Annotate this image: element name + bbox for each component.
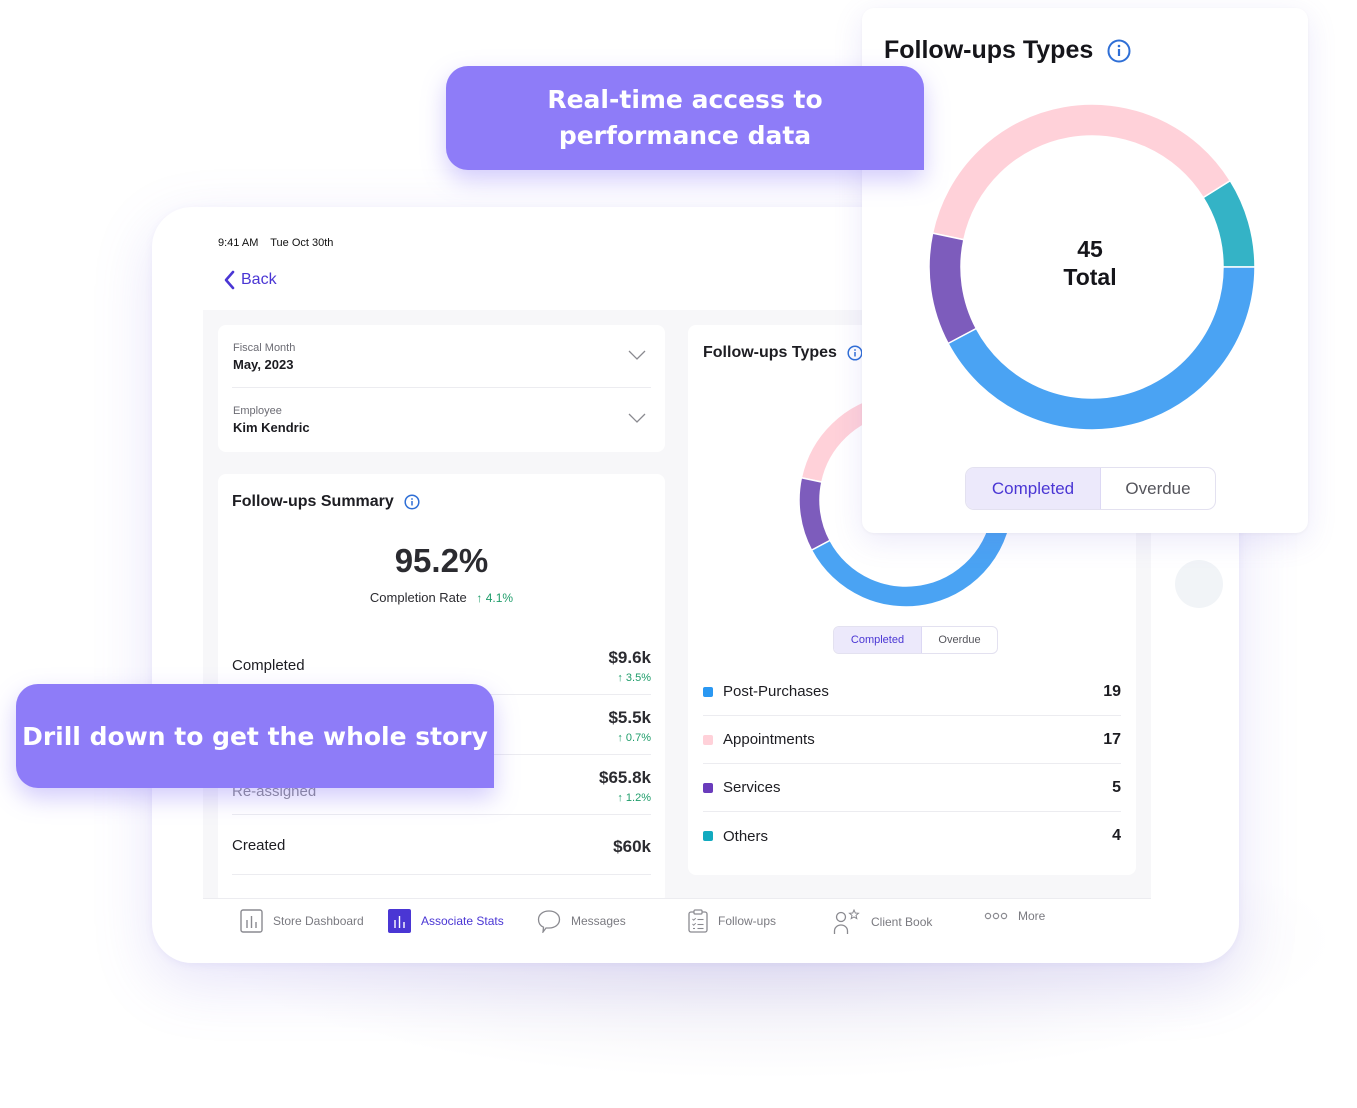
chevron-down-icon bbox=[628, 350, 646, 360]
filter-value: Kim Kendric bbox=[233, 420, 310, 435]
nav-label: Store Dashboard bbox=[273, 914, 364, 928]
donut-chart-large: 45 Total bbox=[928, 103, 1256, 431]
summary-title-text: Follow-ups Summary bbox=[232, 493, 394, 510]
toggle-overdue[interactable]: Overdue bbox=[922, 627, 997, 653]
legend-value: 19 bbox=[1103, 682, 1121, 700]
toggle-completed[interactable]: Completed bbox=[834, 627, 922, 653]
legend-row[interactable]: Appointments 17 bbox=[703, 716, 1121, 764]
nav-client-book[interactable]: Client Book bbox=[833, 909, 932, 935]
legend-label: Services bbox=[723, 779, 781, 796]
filter-label: Employee bbox=[233, 405, 282, 417]
summary-row-change: ↑ 3.5% bbox=[617, 672, 651, 684]
more-dots-icon bbox=[984, 912, 1008, 920]
completion-rate-value: 95.2% bbox=[394, 542, 489, 579]
legend-value: 17 bbox=[1103, 730, 1121, 748]
info-icon[interactable] bbox=[847, 345, 863, 361]
legend-swatch bbox=[703, 782, 713, 793]
legend-swatch bbox=[703, 831, 713, 841]
summary-row-value: $5.5k bbox=[608, 708, 651, 727]
callout-realtime: Real-time access to performance data bbox=[446, 66, 924, 170]
filters-card: Fiscal Month May, 2023 Employee Kim Kend… bbox=[218, 325, 665, 452]
nav-associate-stats[interactable]: Associate Stats bbox=[388, 909, 504, 933]
legend-row[interactable]: Post-Purchases 19 bbox=[703, 668, 1121, 716]
fiscal-month-select[interactable]: Fiscal Month May, 2023 bbox=[232, 325, 651, 388]
summary-row-change: ↑ 1.2% bbox=[617, 792, 651, 804]
status-date: Tue Oct 30th bbox=[270, 237, 334, 249]
summary-row-label: Completed bbox=[232, 657, 305, 674]
home-button[interactable] bbox=[1175, 560, 1223, 608]
donut-total-value: 45 bbox=[1077, 236, 1103, 262]
legend-row[interactable]: Others 4 bbox=[703, 812, 1121, 860]
completion-rate-line: Completion Rate ↑ 4.1% bbox=[218, 590, 665, 605]
status-bar: 9:41 AM Tue Oct 30th bbox=[218, 237, 342, 249]
speech-bubble-icon bbox=[537, 910, 561, 933]
callout-drill-down: Drill down to get the whole story bbox=[16, 684, 494, 788]
employee-select[interactable]: Employee Kim Kendric bbox=[232, 388, 651, 451]
followups-types-overlay-card: Follow-ups Types 45 Total Completed Over… bbox=[862, 8, 1308, 533]
legend-swatch bbox=[703, 734, 713, 745]
overlay-title-text: Follow-ups Types bbox=[884, 36, 1094, 64]
completion-rate-label: Completion Rate bbox=[369, 590, 467, 605]
overlay-title: Follow-ups Types bbox=[884, 36, 1131, 65]
completion-rate-change: ↑ 4.1% bbox=[476, 591, 514, 605]
summary-row-value: $65.8k bbox=[599, 768, 651, 787]
summary-title: Follow-ups Summary bbox=[232, 493, 420, 511]
donut-slice-appointments bbox=[931, 103, 1232, 241]
info-icon[interactable] bbox=[404, 494, 420, 510]
info-icon[interactable] bbox=[1107, 39, 1131, 63]
legend-row[interactable]: Services 5 bbox=[703, 764, 1121, 812]
summary-row-label: Created bbox=[232, 837, 286, 854]
back-button[interactable]: Back bbox=[223, 270, 277, 290]
summary-row[interactable]: Created $60k bbox=[232, 815, 651, 875]
nav-label: Follow-ups bbox=[718, 914, 777, 928]
legend-value: 4 bbox=[1112, 827, 1121, 844]
donut-slice-services bbox=[928, 232, 978, 345]
nav-more[interactable]: More bbox=[984, 909, 1045, 923]
filter-label: Fiscal Month bbox=[233, 342, 296, 354]
callout-line: performance data bbox=[558, 121, 812, 150]
legend-label: Appointments bbox=[723, 731, 815, 748]
legend-swatch bbox=[703, 686, 713, 697]
chevron-down-icon bbox=[628, 413, 646, 423]
filter-value: May, 2023 bbox=[233, 357, 294, 372]
toggle-completed[interactable]: Completed bbox=[966, 468, 1101, 509]
chevron-left-icon bbox=[224, 270, 235, 290]
toggle-overdue[interactable]: Overdue bbox=[1101, 468, 1215, 509]
status-toggle-large: Completed Overdue bbox=[965, 467, 1216, 510]
donut-slice-post-purchases bbox=[947, 266, 1256, 431]
summary-row-value: $9.6k bbox=[608, 648, 651, 667]
nav-label: Client Book bbox=[871, 915, 933, 929]
donut-total-label: Total bbox=[1063, 264, 1116, 290]
nav-label: Messages bbox=[571, 914, 626, 928]
nav-messages[interactable]: Messages bbox=[537, 909, 626, 933]
summary-row-value: $60k bbox=[613, 837, 651, 856]
types-title-text: Follow-ups Types bbox=[703, 344, 837, 361]
bottom-nav: Store Dashboard Associate Stats Messages… bbox=[203, 898, 1151, 944]
nav-label: Associate Stats bbox=[421, 914, 504, 928]
status-time: 9:41 AM bbox=[218, 237, 259, 249]
legend-label: Others bbox=[723, 827, 769, 845]
bar-chart-icon bbox=[240, 909, 263, 933]
back-label: Back bbox=[241, 271, 277, 288]
donut-slice-services bbox=[798, 476, 832, 552]
nav-store-dashboard[interactable]: Store Dashboard bbox=[240, 909, 364, 933]
legend-label: Post-Purchases bbox=[723, 683, 829, 700]
nav-label: More bbox=[1018, 909, 1046, 923]
types-title: Follow-ups Types bbox=[703, 344, 863, 362]
callout-text: Drill down to get the whole story bbox=[22, 721, 488, 751]
legend-value: 5 bbox=[1112, 778, 1121, 796]
nav-follow-ups[interactable]: Follow-ups bbox=[688, 909, 776, 933]
bar-chart-icon bbox=[388, 909, 411, 933]
callout-line: Real-time access to bbox=[547, 85, 823, 114]
clipboard-icon bbox=[688, 909, 708, 933]
status-toggle: Completed Overdue bbox=[833, 626, 998, 654]
summary-row-change: ↑ 0.7% bbox=[617, 732, 651, 744]
person-star-icon bbox=[833, 909, 860, 934]
